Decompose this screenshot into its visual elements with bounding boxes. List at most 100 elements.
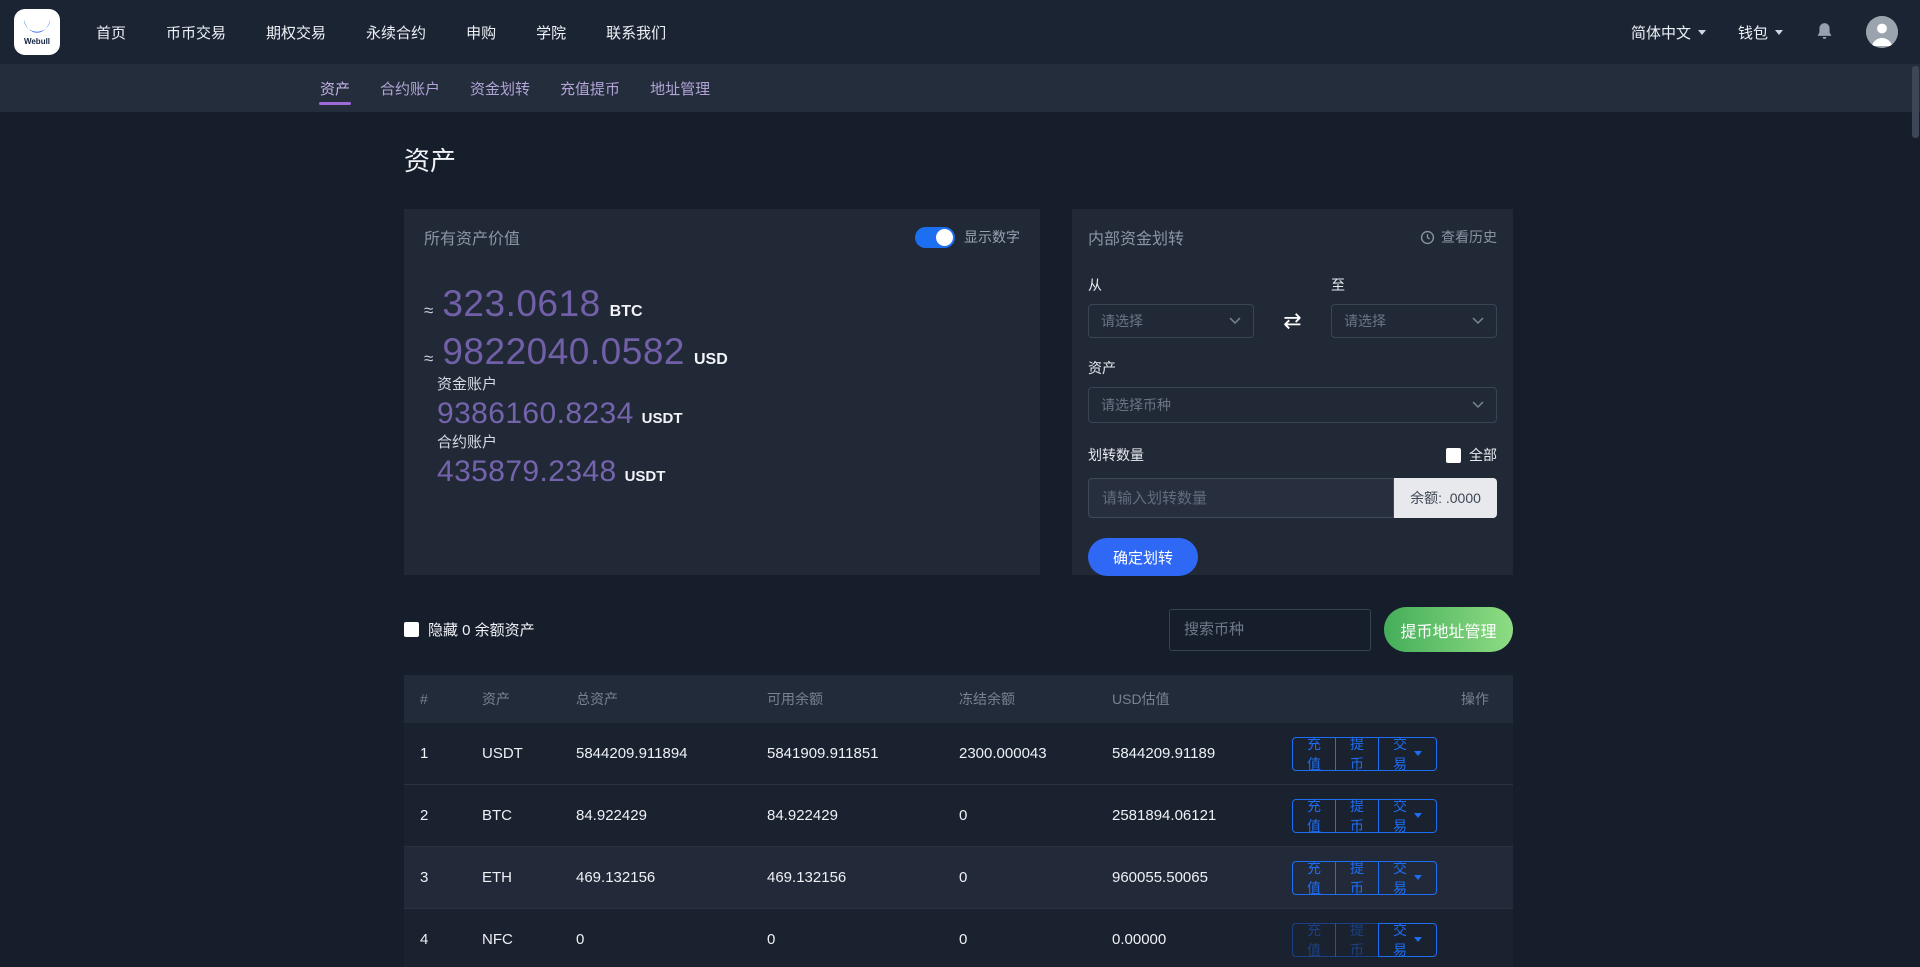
subnav-tab[interactable]: 资金划转: [468, 64, 532, 112]
withdraw-address-button[interactable]: 提币地址管理: [1384, 607, 1513, 652]
topnav-item[interactable]: 期权交易: [266, 22, 326, 43]
col-header-index: #: [404, 691, 466, 707]
topnav-item[interactable]: 申购: [466, 22, 496, 43]
withdraw-button[interactable]: 提币: [1335, 923, 1379, 957]
cell-usd: 960055.50065: [1096, 869, 1276, 886]
toggle-switch[interactable]: [915, 227, 955, 248]
total-usd-row: ≈ 9822040.0582 USD: [424, 331, 1020, 373]
chevron-down-icon: [1472, 401, 1484, 409]
confirm-transfer-button[interactable]: 确定划转: [1088, 538, 1198, 576]
to-select-placeholder: 请选择: [1344, 311, 1386, 331]
withdraw-button[interactable]: 提币: [1335, 737, 1379, 771]
deposit-button[interactable]: 充值: [1292, 737, 1336, 771]
to-select[interactable]: 请选择: [1331, 304, 1497, 338]
total-btc-value: 323.0618: [442, 283, 600, 325]
chevron-down-icon: [1414, 937, 1422, 942]
balance-suffix: 余额: .0000: [1394, 478, 1497, 518]
all-label: 全部: [1469, 445, 1497, 465]
show-numbers-toggle[interactable]: 显示数字: [915, 227, 1020, 248]
col-header-frozen: 冻结余额: [943, 689, 1096, 709]
cell-available: 0: [751, 931, 943, 948]
cell-asset: USDT: [466, 745, 560, 762]
all-checkbox[interactable]: [1446, 448, 1461, 463]
transfer-all-option[interactable]: 全部: [1446, 445, 1497, 465]
main-content: 资产 所有资产价值 显示数字 ≈ 323.0618 BTC ≈ 9822040.: [404, 141, 1513, 967]
language-selector[interactable]: 简体中文: [1631, 22, 1706, 43]
to-label: 至: [1331, 275, 1497, 295]
row-action-group: 充值 提币 交易: [1292, 861, 1437, 895]
cell-asset: ETH: [466, 869, 560, 886]
cell-available: 84.922429: [751, 807, 943, 824]
cell-index: 1: [404, 745, 466, 762]
btc-unit-label: BTC: [610, 303, 643, 321]
view-history-link[interactable]: 查看历史: [1420, 227, 1497, 247]
total-btc-row: ≈ 323.0618 BTC: [424, 283, 1020, 325]
from-select[interactable]: 请选择: [1088, 304, 1254, 338]
trade-dropdown-button[interactable]: 交易: [1378, 737, 1437, 771]
approx-symbol: ≈: [424, 349, 433, 369]
cell-actions: 充值 提币 交易: [1276, 799, 1513, 833]
withdraw-button[interactable]: 提币: [1335, 861, 1379, 895]
asset-label: 资产: [1088, 358, 1497, 378]
cell-frozen: 0: [943, 869, 1096, 886]
col-header-available: 可用余额: [751, 689, 943, 709]
wallet-menu[interactable]: 钱包: [1738, 22, 1783, 43]
trade-dropdown-button[interactable]: 交易: [1378, 799, 1437, 833]
cell-usd: 5844209.91189: [1096, 745, 1276, 762]
webull-crescent-icon: [22, 18, 52, 36]
chevron-down-icon: [1775, 30, 1783, 35]
cell-frozen: 0: [943, 807, 1096, 824]
usd-unit-label: USD: [694, 351, 728, 369]
chevron-down-icon: [1414, 751, 1422, 756]
scrollbar-thumb[interactable]: [1912, 66, 1919, 138]
topnav-item[interactable]: 币币交易: [166, 22, 226, 43]
wallet-label: 钱包: [1738, 22, 1768, 43]
webull-logo-text: Webull: [24, 37, 50, 46]
search-input[interactable]: [1169, 609, 1371, 651]
swap-direction-icon[interactable]: ⇄: [1254, 304, 1331, 338]
account-label: 合约账户: [437, 431, 1020, 452]
subnav-tab[interactable]: 充值提币: [558, 64, 622, 112]
view-history-label: 查看历史: [1441, 227, 1497, 247]
chevron-down-icon: [1414, 813, 1422, 818]
topnav-items: 首页 币币交易 期权交易 永续合约 申购 学院 联系我们: [96, 22, 666, 43]
top-navbar: Webull 首页 币币交易 期权交易 永续合约 申购 学院 联系我们 简体中文…: [0, 0, 1920, 64]
total-usd-value: 9822040.0582: [442, 331, 685, 373]
asset-select[interactable]: 请选择币种: [1088, 387, 1497, 423]
row-action-group: 充值 提币 交易: [1292, 799, 1437, 833]
notification-bell-icon[interactable]: [1815, 22, 1834, 42]
hide-zero-option[interactable]: 隐藏 0 余额资产: [404, 619, 535, 640]
subnav-tab[interactable]: 地址管理: [648, 64, 712, 112]
subnav-tab[interactable]: 资产: [318, 64, 352, 112]
deposit-button[interactable]: 充值: [1292, 799, 1336, 833]
page-title: 资产: [404, 141, 1513, 178]
withdraw-button[interactable]: 提币: [1335, 799, 1379, 833]
amount-input[interactable]: [1088, 478, 1394, 518]
row-action-group: 充值 提币 交易: [1292, 923, 1437, 957]
cell-index: 2: [404, 807, 466, 824]
deposit-button[interactable]: 充值: [1292, 861, 1336, 895]
assets-table: # 资产 总资产 可用余额 冻结余额 USD估值 操作 1 USDT 58442…: [404, 675, 1513, 967]
webull-logo[interactable]: Webull: [14, 9, 60, 55]
subnav-tab[interactable]: 合约账户: [378, 64, 442, 112]
trade-dropdown-button[interactable]: 交易: [1378, 861, 1437, 895]
col-header-usd: USD估值: [1096, 689, 1276, 709]
account-value: 9386160.8234: [437, 397, 634, 431]
deposit-button[interactable]: 充值: [1292, 923, 1336, 957]
topnav-item[interactable]: 联系我们: [606, 22, 666, 43]
cell-actions: 充值 提币 交易: [1276, 737, 1513, 771]
chevron-down-icon: [1229, 317, 1241, 325]
cell-usd: 2581894.06121: [1096, 807, 1276, 824]
cell-total: 0: [560, 931, 751, 948]
topnav-item[interactable]: 学院: [536, 22, 566, 43]
topnav-item[interactable]: 永续合约: [366, 22, 426, 43]
cell-usd: 0.00000: [1096, 931, 1276, 948]
cell-total: 84.922429: [560, 807, 751, 824]
row-action-group: 充值 提币 交易: [1292, 737, 1437, 771]
trade-dropdown-button[interactable]: 交易: [1378, 923, 1437, 957]
user-avatar[interactable]: [1866, 16, 1898, 48]
topnav-item[interactable]: 首页: [96, 22, 126, 43]
portfolio-title: 所有资产价值: [424, 225, 520, 249]
cell-frozen: 0: [943, 931, 1096, 948]
hide-zero-checkbox[interactable]: [404, 622, 419, 637]
